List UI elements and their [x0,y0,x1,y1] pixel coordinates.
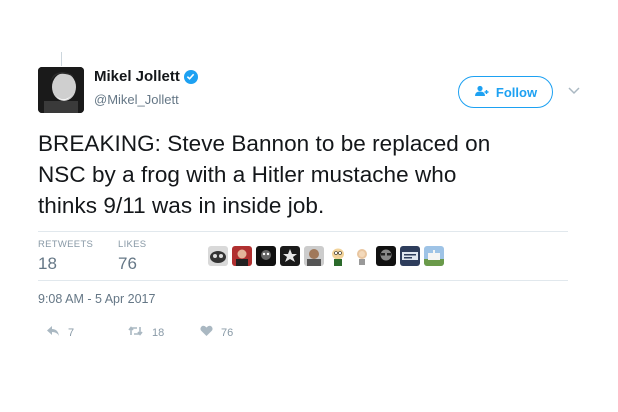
follow-button-label: Follow [495,84,538,100]
liker-avatars [208,246,444,266]
user-name-row[interactable]: Mikel Jollett [94,68,198,85]
liker-avatar[interactable] [352,246,372,266]
separator [38,280,568,281]
retweets-count[interactable]: 18 [38,254,57,274]
liker-avatar[interactable] [424,246,444,266]
reply-count: 7 [68,326,75,339]
liker-avatar[interactable] [400,246,420,266]
more-options-chevron-icon[interactable] [568,82,580,100]
user-name[interactable]: Mikel Jollett [94,68,180,85]
add-person-icon [474,85,490,100]
liker-avatar[interactable] [280,246,300,266]
liker-avatar[interactable] [232,246,252,266]
liker-avatar[interactable] [304,246,324,266]
tweet-text-line: NSC by a frog with a Hitler mustache who [38,162,457,187]
retweet-icon [127,325,144,340]
liker-avatar[interactable] [256,246,276,266]
likes-label[interactable]: LIKES [118,239,146,250]
avatar[interactable] [38,67,84,113]
separator [38,231,568,232]
follow-button[interactable]: Follow [458,76,553,108]
liker-avatar[interactable] [208,246,228,266]
reply-button[interactable]: 7 [46,325,74,340]
heart-icon [200,325,213,340]
avatar-photo [38,67,84,113]
like-count: 76 [221,326,234,339]
thread-connector [61,52,62,66]
liker-avatar[interactable] [376,246,396,266]
like-button[interactable]: 76 [200,325,233,340]
likes-count[interactable]: 76 [118,254,137,274]
liker-avatar[interactable] [328,246,348,266]
tweet-text-line: thinks 9/11 was in inside job. [38,193,325,218]
retweets-label[interactable]: RETWEETS [38,239,93,250]
user-handle[interactable]: @Mikel_Jollett [94,92,179,107]
tweet-timestamp[interactable]: 9:08 AM - 5 Apr 2017 [38,292,155,306]
reply-icon [46,325,60,340]
tweet-text: BREAKING: Steve Bannon to be replaced on… [38,128,598,221]
tweet-text-line: BREAKING: Steve Bannon to be replaced on [38,131,491,156]
verified-badge-icon [183,69,198,84]
retweet-count: 18 [152,326,165,339]
retweet-button[interactable]: 18 [127,325,164,340]
